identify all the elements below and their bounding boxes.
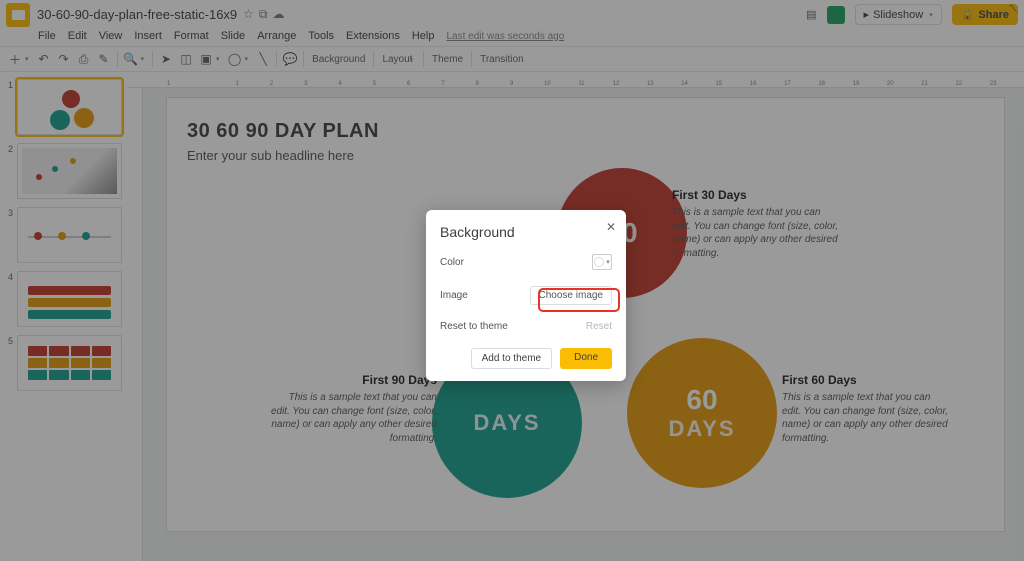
reset-to-theme-label: Reset to theme — [440, 321, 508, 332]
add-to-theme-button[interactable]: Add to theme — [471, 348, 552, 369]
color-picker-button[interactable]: ▾ — [592, 254, 612, 270]
app-root: 30-60-90-day-plan-free-static-16x9 ☆ ⧉ ☁… — [0, 0, 1024, 561]
reset-button[interactable]: Reset — [586, 321, 612, 332]
close-icon[interactable]: ✕ — [606, 220, 616, 234]
choose-image-button[interactable]: Choose image — [530, 286, 612, 305]
dialog-title: Background — [440, 224, 612, 240]
color-label: Color — [440, 257, 464, 268]
done-button[interactable]: Done — [560, 348, 612, 369]
image-label: Image — [440, 290, 468, 301]
background-dialog: Background ✕ Color ▾ Image Choose image … — [426, 210, 626, 381]
chevron-down-icon: ▾ — [606, 258, 610, 266]
